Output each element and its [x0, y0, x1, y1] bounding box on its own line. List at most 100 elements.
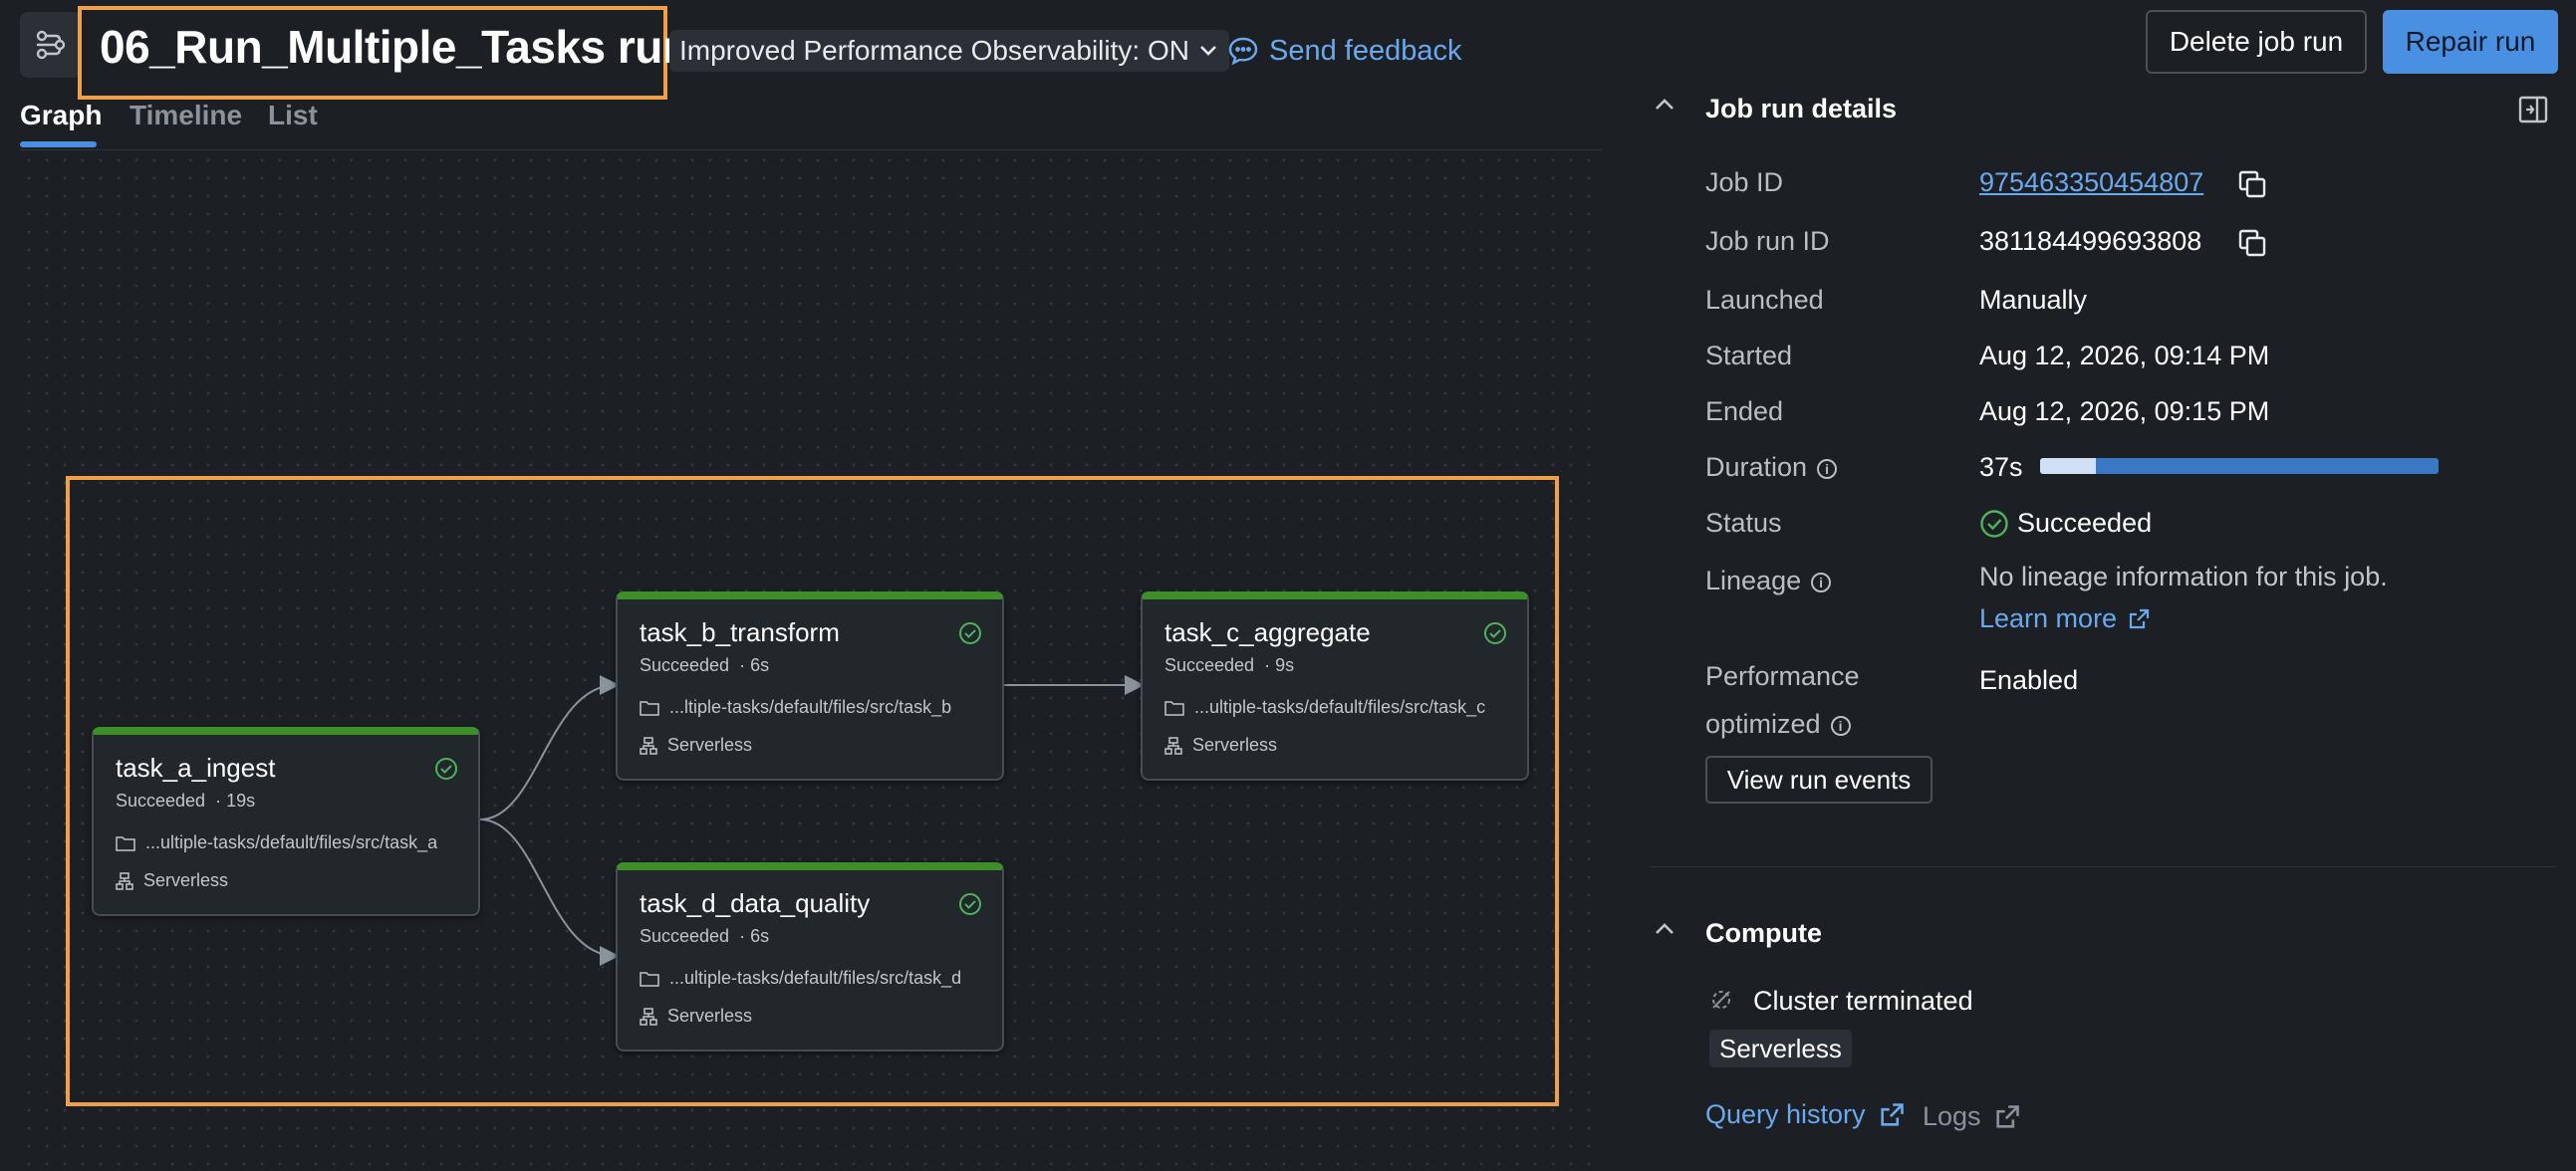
task-path: ...ultiple-tasks/default/files/src/task_…: [1164, 697, 1485, 718]
folder-icon: [640, 971, 659, 987]
launched-label: Launched: [1705, 285, 1824, 315]
task-path: ...ultiple-tasks/default/files/src/task_…: [116, 832, 437, 853]
cluster-status: Cluster terminated: [1753, 986, 1973, 1016]
cluster-terminated-icon: [1712, 991, 1730, 1009]
task-path-text: ...ultiple-tasks/default/files/src/task_…: [669, 968, 962, 988]
task-node-c[interactable]: task_c_aggregate Succeeded · 9s ...ultip…: [1141, 591, 1529, 781]
info-icon[interactable]: i: [1811, 572, 1832, 592]
learn-more-label: Learn more: [1979, 603, 2118, 633]
info-icon[interactable]: i: [1817, 458, 1838, 479]
task-duration: · 6s: [739, 655, 770, 675]
job-runs-icon[interactable]: [20, 12, 82, 78]
duration-bar: [2040, 458, 2439, 474]
panel-divider: [1650, 866, 2556, 867]
status-value: Succeeded: [1979, 508, 2152, 539]
performance-observability-toggle[interactable]: Improved Performance Observability: ON: [669, 30, 1229, 72]
compute-icon: [116, 871, 133, 890]
tab-graph[interactable]: Graph: [20, 100, 102, 131]
started-value: Aug 12, 2026, 09:14 PM: [1979, 341, 2270, 370]
page-title: 06_Run_Multiple_Tasks run: [100, 21, 690, 73]
lineage-label-row: Lineage i: [1705, 566, 1832, 596]
task-compute-text: Serverless: [667, 1006, 753, 1026]
job-run-details-title: Job run details: [1705, 94, 1898, 123]
job-id-label: Job ID: [1705, 167, 1784, 197]
active-tab-indicator: [20, 141, 97, 147]
collapse-panel-icon[interactable]: [2518, 96, 2548, 123]
duration-label-row: Duration i: [1705, 452, 1838, 483]
task-status-text: Succeeded: [640, 655, 730, 675]
collapse-details-chevron-icon[interactable]: [1654, 98, 1675, 112]
chat-bubble-icon: [1228, 37, 1258, 66]
collapse-compute-chevron-icon[interactable]: [1654, 922, 1675, 936]
launched-value: Manually: [1979, 285, 2088, 315]
tab-list[interactable]: List: [268, 100, 318, 131]
logs-label: Logs: [1923, 1101, 1981, 1131]
task-compute: Serverless: [1164, 735, 1277, 756]
task-compute-text: Serverless: [1192, 735, 1278, 755]
lineage-label: Lineage: [1705, 566, 1802, 595]
view-run-events-button[interactable]: View run events: [1705, 756, 1932, 804]
external-link-icon: [2129, 608, 2150, 628]
external-link-icon: [1995, 1104, 2019, 1128]
info-icon[interactable]: i: [1830, 715, 1851, 736]
folder-icon: [640, 700, 659, 716]
job-run-id-value: 381184499693808: [1979, 226, 2202, 256]
success-check-icon: [1484, 622, 1506, 644]
started-label: Started: [1705, 341, 1793, 370]
delete-job-run-button[interactable]: Delete job run: [2146, 10, 2367, 74]
repair-run-button[interactable]: Repair run: [2383, 10, 2558, 74]
task-status: Succeeded · 9s: [1164, 655, 1294, 676]
performance-label-1: Performance: [1705, 661, 1860, 691]
task-status-text: Succeeded: [640, 926, 730, 946]
task-compute: Serverless: [640, 1006, 752, 1027]
success-check-icon: [1980, 509, 2008, 538]
folder-icon: [116, 835, 135, 851]
performance-value: Enabled: [1979, 665, 2079, 695]
send-feedback-link[interactable]: Send feedback: [1227, 30, 1461, 72]
send-feedback-label: Send feedback: [1269, 34, 1462, 67]
task-name: task_c_aggregate: [1164, 617, 1371, 647]
task-status: Succeeded · 19s: [116, 791, 255, 812]
task-compute-text: Serverless: [667, 735, 753, 755]
task-name: task_d_data_quality: [640, 888, 871, 918]
learn-more-link[interactable]: Learn more: [1979, 603, 2151, 634]
task-status-text: Succeeded: [1164, 655, 1255, 675]
performance-observability-label: Improved Performance Observability: ON: [679, 35, 1189, 66]
success-check-icon: [959, 622, 981, 644]
tabs-divider: [20, 149, 1602, 150]
ended-label: Ended: [1705, 396, 1784, 426]
task-compute: Serverless: [640, 735, 752, 756]
task-status: Succeeded · 6s: [640, 926, 769, 947]
ended-value: Aug 12, 2026, 09:15 PM: [1979, 396, 2270, 426]
success-check-icon: [435, 758, 457, 780]
task-node-b[interactable]: task_b_transform Succeeded · 6s ...ltipl…: [616, 591, 1004, 781]
duration-label: Duration: [1705, 452, 1808, 482]
duration-bar-fill: [2040, 458, 2096, 474]
logs-link[interactable]: Logs: [1923, 1101, 2021, 1132]
chevron-down-icon: [1200, 46, 1216, 56]
compute-icon: [640, 736, 657, 755]
copy-icon[interactable]: [2237, 169, 2267, 199]
copy-icon[interactable]: [2237, 228, 2267, 258]
task-path-text: ...ltiple-tasks/default/files/src/task_b: [669, 697, 952, 717]
status-text: Succeeded: [2017, 508, 2153, 538]
job-id-link[interactable]: 975463350454807: [1979, 167, 2203, 198]
task-compute-text: Serverless: [143, 870, 229, 890]
query-history-link[interactable]: Query history: [1705, 1099, 1906, 1130]
tab-timeline[interactable]: Timeline: [129, 100, 242, 131]
external-link-icon: [1880, 1102, 1904, 1126]
status-label: Status: [1705, 508, 1782, 538]
compute-icon: [1164, 736, 1182, 755]
task-duration: · 6s: [739, 926, 770, 946]
task-name: task_a_ingest: [116, 753, 276, 783]
task-compute: Serverless: [116, 870, 228, 891]
task-node-d[interactable]: task_d_data_quality Succeeded · 6s ...ul…: [616, 862, 1004, 1052]
performance-label-row-2: optimized i: [1705, 709, 1851, 740]
task-duration: · 19s: [215, 791, 256, 811]
task-path: ...ltiple-tasks/default/files/src/task_b: [640, 697, 951, 718]
success-check-icon: [959, 893, 981, 915]
job-run-id-label: Job run ID: [1705, 226, 1830, 256]
query-history-label: Query history: [1705, 1099, 1866, 1129]
task-node-a[interactable]: task_a_ingest Succeeded · 19s ...ultiple…: [92, 727, 480, 916]
performance-label-2: optimized: [1705, 709, 1821, 739]
